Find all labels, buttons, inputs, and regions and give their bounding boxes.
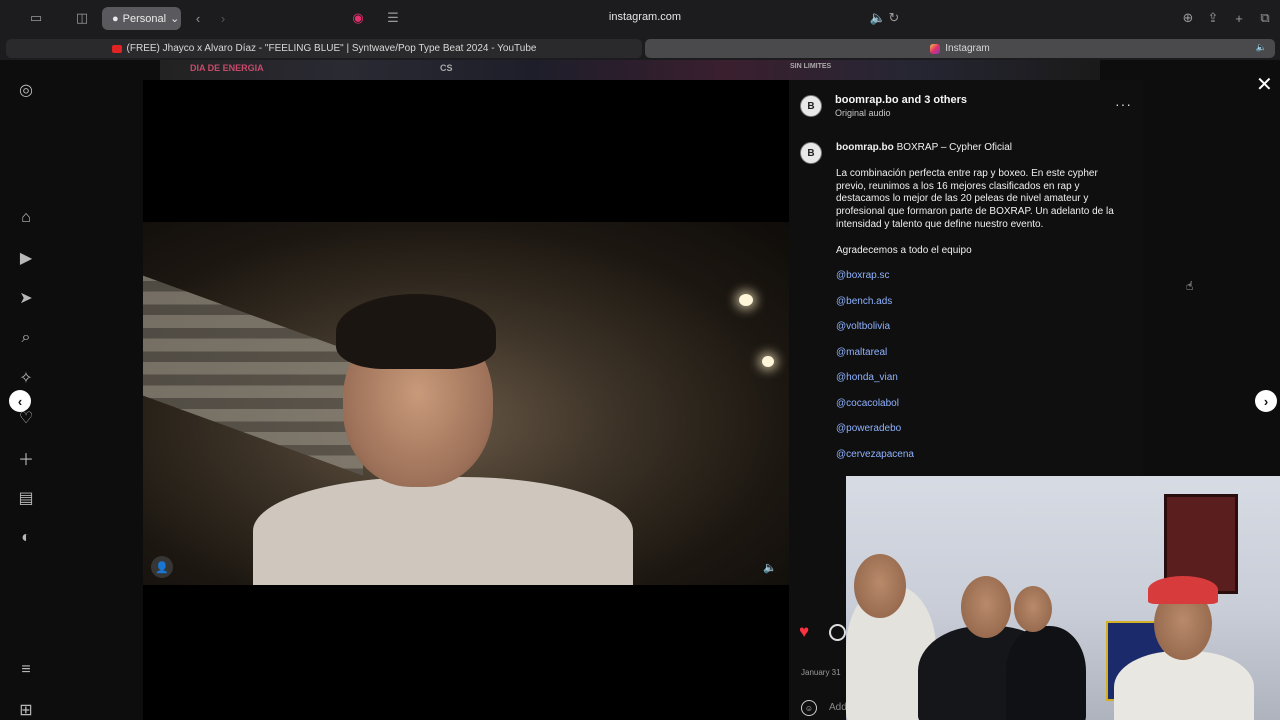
mention-link[interactable]: @boxrap.sc: [836, 270, 890, 281]
also-from-meta-icon[interactable]: ⊞: [16, 700, 36, 720]
ceiling-light: [762, 356, 774, 367]
back-icon[interactable]: ‹: [188, 9, 208, 27]
address-bar[interactable]: instagram.com: [560, 11, 730, 23]
red-cap: [1148, 576, 1218, 604]
downloads-icon[interactable]: ⊕: [1178, 9, 1198, 27]
reload-icon[interactable]: ↻: [884, 9, 904, 27]
mention-link[interactable]: @bench.ads: [836, 296, 892, 307]
audio-label[interactable]: Original audio: [835, 108, 891, 118]
reels-icon[interactable]: ▶: [16, 248, 36, 268]
tagged-users-icon[interactable]: 👤: [151, 556, 173, 578]
author-avatar[interactable]: B: [800, 95, 822, 117]
add-comment-input[interactable]: Add: [829, 702, 847, 713]
browser-toolbar: ▭ ◫ ● Personal ⌄ ‹ › ◉ ☰ instagram.com 🔈…: [0, 0, 1280, 37]
volume-icon[interactable]: 🔈: [759, 556, 781, 578]
person-back-head: [1014, 586, 1052, 632]
tab-label: (FREE) Jhayco x Alvaro Díaz - "FEELING B…: [126, 43, 537, 54]
comment-icon[interactable]: [829, 624, 846, 641]
create-icon[interactable]: ＋: [16, 448, 36, 469]
youtube-icon: [111, 44, 122, 53]
mention-link[interactable]: @poweradebo: [836, 423, 901, 434]
caption-body: La combinación perfecta entre rap y boxe…: [836, 167, 1114, 230]
instagram-sidebar: ◎ ⌂ ▶ ➤ ⌕ ✧ ♡ ＋ ▤ ◐ ≡ ⊞: [0, 60, 52, 720]
share-icon[interactable]: ⇪: [1203, 9, 1223, 27]
home-icon[interactable]: ⌂: [16, 208, 36, 228]
dashboard-icon[interactable]: ▤: [16, 488, 36, 508]
mention-link[interactable]: @cocacolabol: [836, 398, 899, 409]
profile-label: Personal: [122, 12, 167, 25]
mention-link[interactable]: @maltareal: [836, 347, 887, 358]
mention-link[interactable]: @voltbolivia: [836, 321, 890, 332]
tab-youtube[interactable]: (FREE) Jhayco x Alvaro Díaz - "FEELING B…: [6, 39, 642, 58]
forward-icon[interactable]: ›: [213, 9, 233, 27]
extension-icon[interactable]: ◉: [348, 9, 368, 27]
messages-icon[interactable]: ➤: [16, 288, 36, 308]
person-hair: [336, 294, 496, 369]
collaborators-label[interactable]: and 3 others: [902, 94, 967, 106]
more-options-icon[interactable]: ···: [1115, 96, 1132, 112]
background-feed-strip: DIA DE ENERGIA CS SIN LIMITES: [160, 60, 1100, 80]
video-frame: 👤 🔈: [143, 222, 789, 585]
tab-label: Instagram: [945, 43, 990, 54]
new-tab-icon[interactable]: +: [1229, 9, 1249, 27]
post-author[interactable]: boomrap.bo and 3 others: [835, 94, 967, 106]
profile-button[interactable]: ● Personal ⌄: [102, 7, 181, 30]
stairs-background: [143, 268, 363, 476]
profile-avatar-icon[interactable]: ◐: [16, 528, 36, 548]
tab-bar: (FREE) Jhayco x Alvaro Díaz - "FEELING B…: [0, 37, 1280, 60]
next-post-arrow-icon[interactable]: ›: [1255, 390, 1277, 412]
like-heart-icon[interactable]: ♥: [799, 622, 809, 642]
mention-link[interactable]: @honda_vian: [836, 372, 898, 383]
strip-text: SIN LIMITES: [790, 63, 832, 70]
chevron-down-icon: ⌄: [170, 13, 180, 25]
mention-link[interactable]: @cervezapacena: [836, 449, 914, 460]
search-icon[interactable]: ⌕: [16, 328, 36, 348]
speaker-icon[interactable]: 🔈: [1256, 42, 1267, 53]
close-icon[interactable]: ✕: [1256, 72, 1273, 97]
person-back: [1006, 626, 1086, 720]
person-shirt: [253, 477, 633, 585]
tabs-icon[interactable]: ⧉: [1255, 9, 1275, 27]
strip-text: CS: [440, 63, 453, 73]
page-menu-icon[interactable]: ☰: [383, 9, 403, 27]
instagram-logo-icon[interactable]: ◎: [16, 80, 36, 100]
person-right: [1114, 651, 1254, 720]
caption-thanks: Agradecemos a todo el equipo: [836, 244, 972, 256]
caption-username[interactable]: boomrap.bo: [836, 142, 894, 153]
person-middle-head: [961, 576, 1011, 638]
person-icon: ●: [112, 12, 119, 25]
strip-text: DIA DE ENERGIA: [190, 63, 264, 73]
instagram-icon: [930, 43, 941, 54]
emoji-icon[interactable]: ☺: [801, 700, 817, 716]
more-menu-icon[interactable]: ≡: [16, 660, 36, 680]
webcam-overlay: [846, 476, 1280, 720]
ceiling-light: [739, 294, 753, 306]
tab-instagram[interactable]: Instagram 🔈: [645, 39, 1275, 58]
explore-icon[interactable]: ✧: [16, 368, 36, 388]
author-username[interactable]: boomrap.bo: [835, 94, 899, 106]
tab-overview-icon[interactable]: ◫: [72, 9, 92, 27]
previous-post-arrow-icon[interactable]: ‹: [9, 390, 31, 412]
post-date: January 31: [801, 668, 841, 677]
mouse-cursor-icon: ☝: [1186, 279, 1194, 293]
post-caption: boomrap.bo BOXRAP – Cypher Oficial La co…: [836, 142, 1126, 258]
reel-video-player[interactable]: 👤 🔈: [143, 80, 789, 720]
sidebar-toggle-icon[interactable]: ▭: [26, 9, 46, 27]
person-left-head: [854, 554, 906, 618]
caption-title: BOXRAP – Cypher Oficial: [896, 142, 1012, 153]
caption-avatar[interactable]: B: [800, 142, 822, 164]
